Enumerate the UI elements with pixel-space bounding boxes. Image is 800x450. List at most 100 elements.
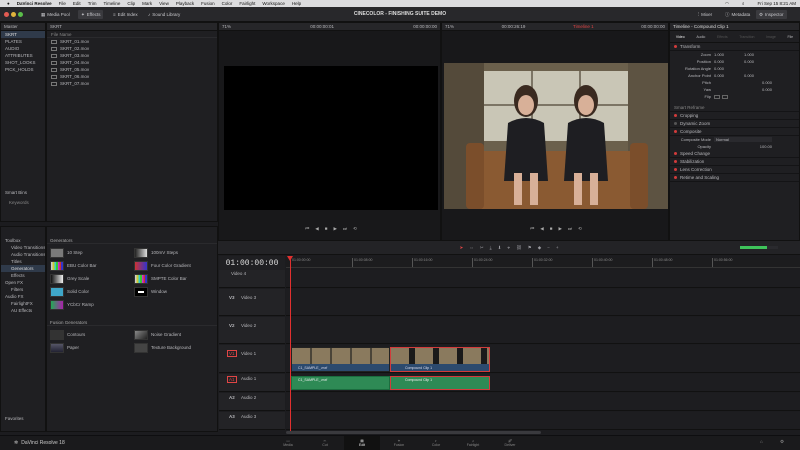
page-cut[interactable]: ✂ Cut — [307, 436, 343, 450]
track-header-v2[interactable]: V2 Video 2 — [219, 317, 285, 344]
source-zoom[interactable]: 71% — [222, 24, 231, 29]
settings-icon[interactable]: ⚙ — [780, 439, 784, 445]
flip-horizontal-button[interactable] — [714, 94, 720, 99]
media-file-row[interactable]: SKRT_06.mov — [47, 73, 217, 80]
generator-item[interactable]: SMPTE Color Bar — [134, 272, 214, 285]
jump-end-icon[interactable]: ⏭ — [343, 226, 347, 234]
track-header-a1[interactable]: A1 Audio 1 — [219, 374, 285, 392]
generator-item[interactable]: 10 Step — [50, 246, 130, 259]
fusion-generator-item[interactable]: Noise Gradient — [134, 328, 214, 341]
inspector-tab-effects[interactable]: Effects — [717, 35, 728, 39]
audio-clip[interactable]: C1_SAMPLE_.mxf — [291, 376, 390, 390]
play-reverse-icon[interactable]: ◀ — [315, 226, 318, 234]
track-header-v3[interactable]: V3 Video 3 — [219, 289, 285, 316]
menu-mark[interactable]: Mark — [142, 1, 152, 6]
bin-item[interactable]: ATTRIBUTES — [1, 52, 45, 59]
pitch-field[interactable]: 0.000 — [714, 80, 772, 85]
play-icon[interactable]: ▶ — [333, 226, 336, 234]
fusion-generator-item[interactable]: Paper — [50, 341, 130, 354]
media-file-row[interactable]: SKRT_03.mov — [47, 52, 217, 59]
anchor-x-field[interactable]: 0.000 — [714, 73, 744, 78]
fx-tree-audio-transitions[interactable]: Audio Transitions — [1, 251, 45, 258]
inspector-tab-file[interactable]: File — [787, 35, 793, 39]
page-media[interactable]: ▭ Media — [270, 436, 306, 450]
fx-tree-fairlightfx[interactable]: FairlightFX — [1, 300, 45, 307]
play-icon[interactable]: ▶ — [558, 226, 561, 234]
track-header-v4[interactable]: Video 4 — [219, 270, 285, 288]
tab-inspector[interactable]: ⚙ Inspector — [756, 10, 787, 19]
zoom-out-icon[interactable]: − — [547, 245, 550, 250]
marker-icon[interactable]: ◆ — [538, 245, 541, 251]
transform-section[interactable]: Transform — [670, 43, 799, 51]
enabled-indicator[interactable] — [674, 130, 677, 133]
inspector-tab-video[interactable]: Video — [676, 35, 685, 39]
enabled-indicator[interactable] — [674, 168, 677, 171]
fx-tree-audio-fx[interactable]: Audio FX — [1, 293, 45, 300]
snapping-icon[interactable]: ⌖ — [507, 245, 510, 250]
zoom-in-icon[interactable]: + — [556, 245, 559, 250]
jump-start-icon[interactable]: ⏮ — [530, 226, 534, 234]
minimize-window-button[interactable] — [11, 12, 16, 17]
bin-master-label[interactable]: Master — [4, 24, 18, 29]
timeline-name-dropdown[interactable]: Timeline 1 — [573, 24, 594, 29]
dynamic-zoom-section[interactable]: Dynamic Zoom — [670, 120, 799, 128]
bin-item[interactable]: SKRT — [1, 31, 45, 38]
tab-edit-index[interactable]: ≡ Edit Index — [110, 10, 141, 19]
disabled-indicator[interactable] — [674, 122, 677, 125]
wifi-icon[interactable]: ◠ — [725, 1, 729, 7]
cropping-section[interactable]: Cropping — [670, 112, 799, 120]
composite-section[interactable]: Composite — [670, 128, 799, 136]
jump-start-icon[interactable]: ⏮ — [305, 226, 309, 234]
tab-effects[interactable]: ✦ Effects — [78, 10, 104, 19]
menu-color[interactable]: Color — [222, 1, 233, 6]
rotation-field[interactable]: 0.000 — [714, 66, 744, 71]
inspector-tab-image[interactable]: Image — [766, 35, 776, 39]
fx-tree-toolbox[interactable]: Toolbox — [1, 237, 45, 244]
tab-metadata[interactable]: ⓘ Metadata — [722, 10, 753, 19]
track-header-a3[interactable]: A3 Audio 3 — [219, 412, 285, 430]
search-icon[interactable]: ⌕ — [742, 1, 745, 6]
smart-bins-label[interactable]: Smart Bins — [1, 189, 45, 196]
track-lane-a3[interactable] — [286, 412, 800, 430]
page-edit[interactable]: ▤ Edit — [344, 436, 380, 450]
track-lane-v4[interactable] — [286, 270, 800, 288]
selection-tool-icon[interactable]: ➤ — [460, 245, 464, 251]
media-file-row[interactable]: SKRT_04.mov — [47, 59, 217, 66]
track-header-v1[interactable]: V1 Video 1 — [219, 345, 285, 373]
menu-workspace[interactable]: Workspace — [262, 1, 284, 6]
position-x-field[interactable]: 0.000 — [714, 59, 744, 64]
menu-playback[interactable]: Playback — [176, 1, 194, 6]
anchor-y-field[interactable]: 0.000 — [744, 73, 772, 78]
fx-tree-effects[interactable]: Effects — [1, 272, 45, 279]
play-reverse-icon[interactable]: ◀ — [540, 226, 543, 234]
compound-clip[interactable]: Compound Clip 1 — [390, 347, 490, 372]
fx-tree-filters[interactable]: Filters — [1, 286, 45, 293]
project-manager-icon[interactable]: ⌂ — [760, 439, 763, 444]
bin-item[interactable]: PICK_HOLDS — [1, 66, 45, 73]
menu-clip[interactable]: Clip — [127, 1, 135, 6]
video-clip[interactable]: C1_SAMPLE_.mxf — [291, 347, 390, 372]
timeline-ruler[interactable]: 01:00:00:00 01:00:08:00 01:00:16:00 01:0… — [286, 258, 800, 268]
fusion-generator-item[interactable]: Texture Background — [134, 341, 214, 354]
bin-item[interactable]: PLATES — [1, 38, 45, 45]
zoom-slider[interactable] — [740, 246, 778, 249]
zoom-x-field[interactable]: 1.000 — [714, 52, 744, 57]
stop-icon[interactable]: ■ — [550, 226, 553, 234]
fx-tree-open-fx[interactable]: Open FX — [1, 279, 45, 286]
media-file-row[interactable]: SKRT_02.mov — [47, 45, 217, 52]
lens-correction-section[interactable]: Lens Correction — [670, 166, 799, 174]
menu-edit[interactable]: Edit — [73, 1, 81, 6]
bin-item[interactable]: SHOT_LOOKS — [1, 59, 45, 66]
timeline-video-frame[interactable] — [444, 63, 668, 209]
trim-tool-icon[interactable]: ⇔ — [469, 245, 474, 250]
page-fairlight[interactable]: ♫ Fairlight — [455, 436, 491, 450]
page-color[interactable]: ◐ Color — [418, 436, 454, 450]
media-file-row[interactable]: SKRT_01.mov — [47, 38, 217, 45]
generator-item[interactable]: Four Color Gradient — [134, 259, 214, 272]
tab-media-pool[interactable]: ▦ Media Pool — [38, 10, 73, 19]
track-lane-v3[interactable] — [286, 289, 800, 316]
column-file-name[interactable]: File Name — [47, 31, 217, 38]
inspector-tab-audio[interactable]: Audio — [696, 35, 705, 39]
enabled-indicator[interactable] — [674, 176, 677, 179]
fusion-generator-item[interactable]: Contours — [50, 328, 130, 341]
